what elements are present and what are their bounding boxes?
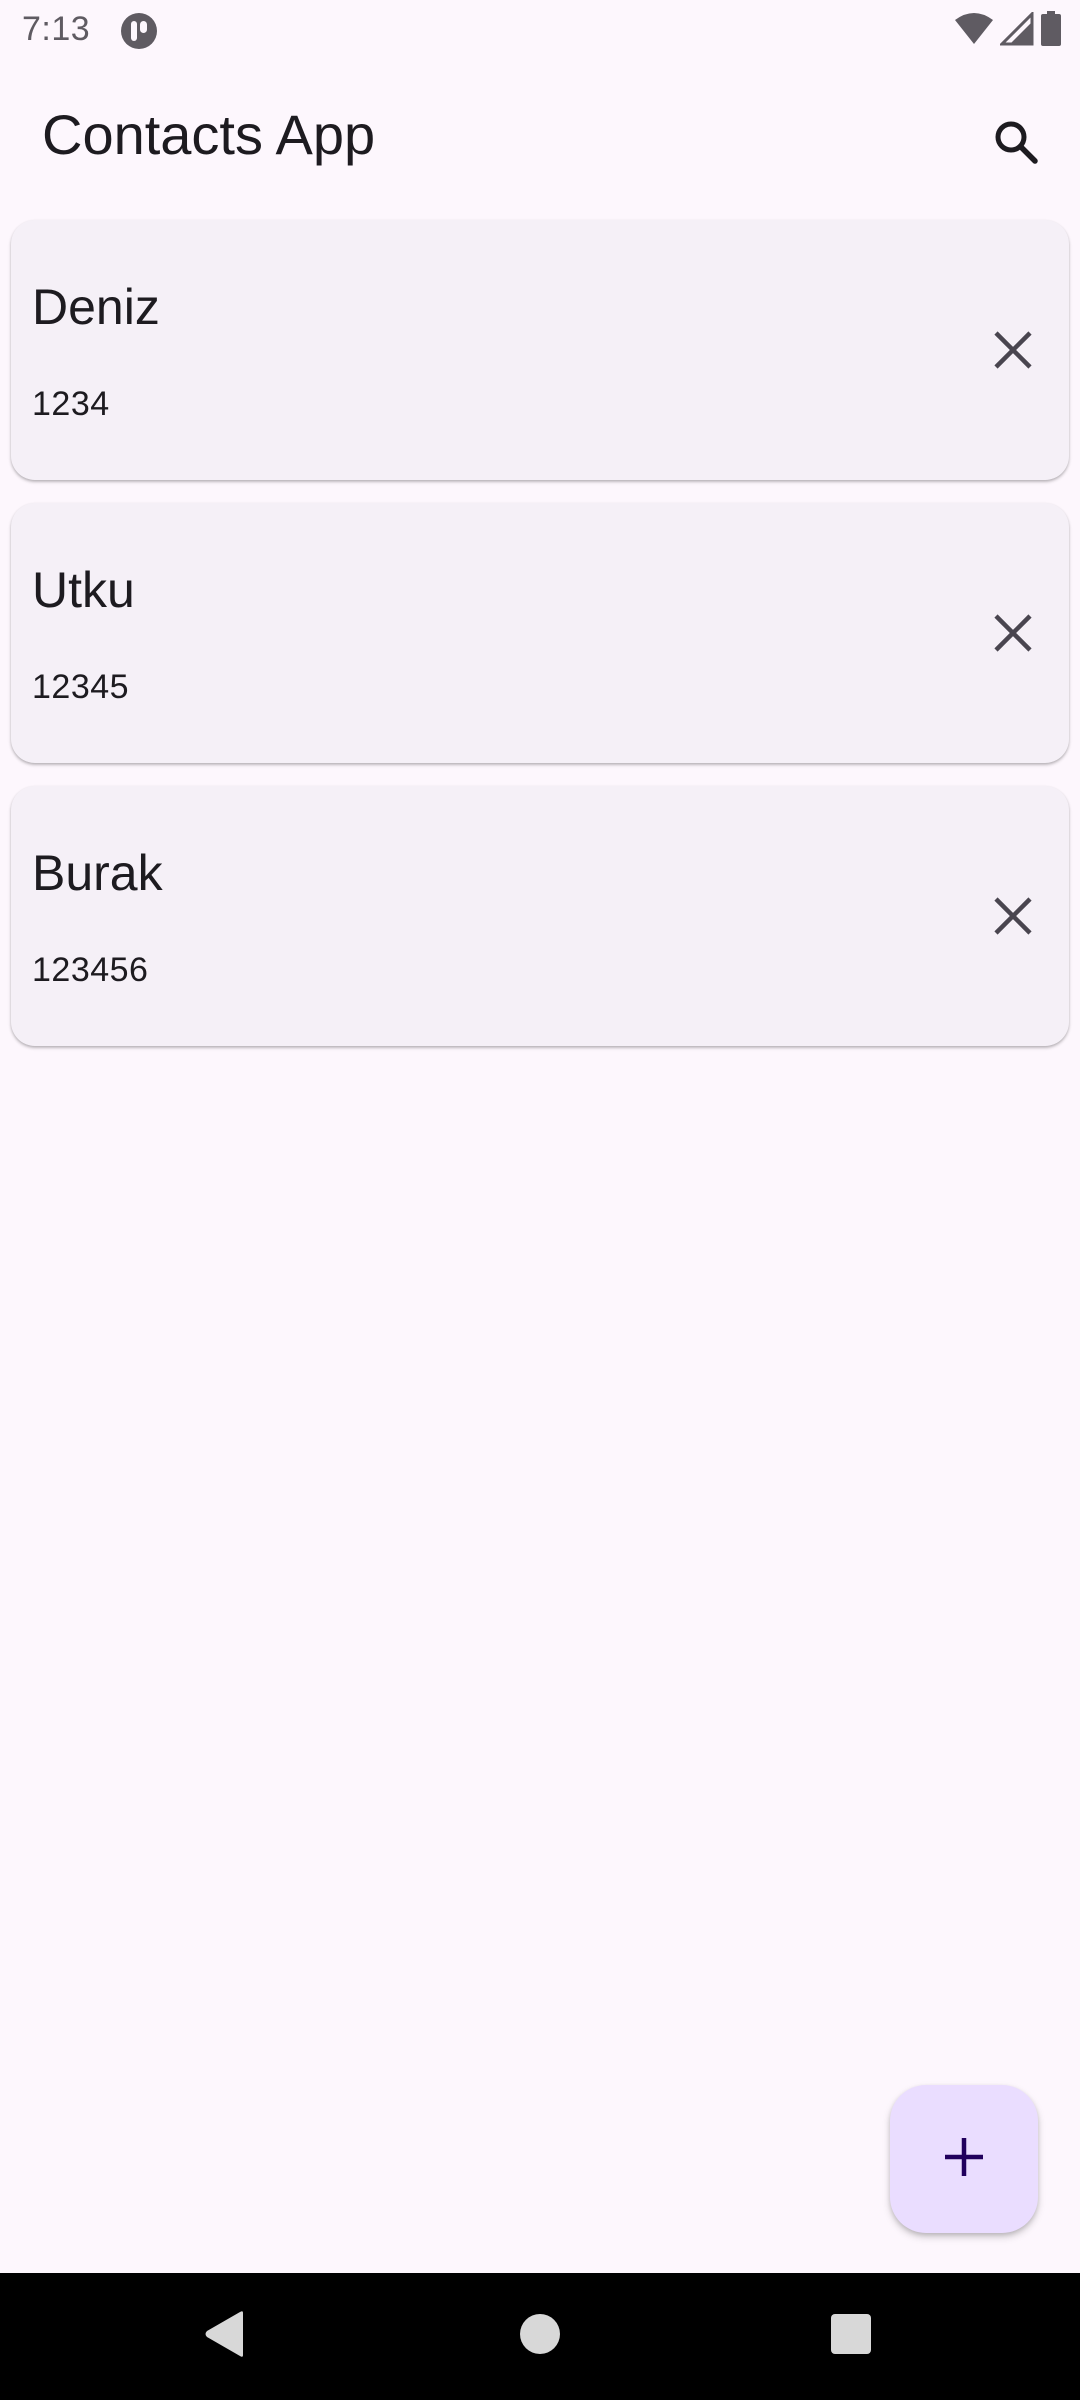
contact-name: Utku [32,562,135,618]
close-icon [993,330,1033,375]
contact-card[interactable]: Burak 123456 [11,786,1069,1046]
delete-contact-button[interactable] [971,310,1055,394]
search-button[interactable] [974,102,1058,186]
signal-icon [998,9,1034,51]
plus-icon [943,2136,985,2183]
contact-phone: 12345 [32,668,130,706]
system-navigation-bar [0,2273,1080,2400]
page-title: Contacts App [42,103,376,166]
delete-contact-button[interactable] [971,593,1055,677]
contact-phone: 123456 [32,951,149,989]
status-time: 7:13 [22,10,91,48]
nav-home-button[interactable] [507,2303,573,2369]
back-triangle-icon [203,2310,247,2363]
close-icon [993,613,1033,658]
add-contact-button[interactable] [890,2085,1038,2233]
contact-name: Deniz [32,279,160,335]
contact-card[interactable]: Utku 12345 [11,503,1069,763]
delete-contact-button[interactable] [971,876,1055,960]
wifi-icon [954,12,994,51]
battery-icon [1040,10,1062,52]
contact-list: Deniz 1234 Utku 12345 Burak 123456 [11,220,1069,1069]
status-bar: 7:13 [0,0,1080,62]
contact-phone: 1234 [32,385,110,423]
recents-square-icon [830,2313,872,2360]
app-notification-icon [120,12,158,50]
nav-back-button[interactable] [192,2303,258,2369]
contact-name: Burak [32,845,163,901]
search-icon [991,117,1041,172]
top-app-bar: Contacts App [0,62,1080,212]
close-icon [993,896,1033,941]
home-circle-icon [519,2313,561,2360]
contact-card[interactable]: Deniz 1234 [11,220,1069,480]
nav-recents-button[interactable] [818,2303,884,2369]
